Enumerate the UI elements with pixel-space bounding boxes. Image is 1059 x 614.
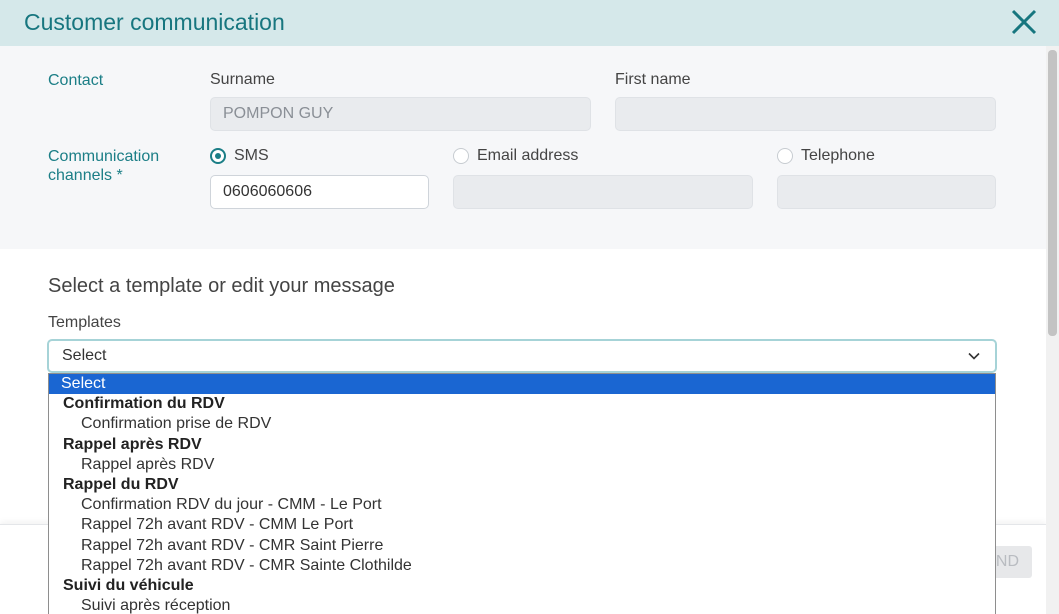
firstname-field[interactable] — [615, 97, 996, 131]
email-label: Email address — [477, 147, 579, 164]
dropdown-option[interactable]: Rappel 72h avant RDV - CMR Saint Pierre — [49, 536, 995, 556]
channels-label-line2: channels * — [48, 167, 123, 184]
email-field[interactable] — [453, 175, 753, 209]
surname-label: Surname — [210, 71, 275, 88]
message-section-title: Select a template or edit your message — [48, 275, 395, 297]
dropdown-option[interactable]: Rappel après RDV — [49, 455, 995, 475]
chevron-down-icon[interactable] — [966, 348, 982, 364]
contact-label: Contact — [48, 72, 104, 89]
channels-label-line1: Communication — [48, 148, 160, 165]
templates-dropdown-list[interactable]: Select Confirmation du RDV Confirmation p… — [48, 373, 996, 614]
surname-field[interactable]: POMPON GUY — [210, 97, 591, 131]
dropdown-option[interactable]: Confirmation prise de RDV — [49, 414, 995, 434]
dropdown-option[interactable]: Rappel 72h avant RDV - CMR Sainte Clothi… — [49, 556, 995, 576]
dropdown-option[interactable]: Rappel 72h avant RDV - CMM Le Port — [49, 515, 995, 535]
telephone-label: Telephone — [801, 147, 875, 164]
templates-select[interactable]: Select — [47, 339, 997, 373]
sms-label: SMS — [234, 147, 269, 164]
dropdown-option-selected[interactable]: Select — [49, 374, 995, 395]
telephone-radio[interactable] — [777, 148, 793, 164]
dropdown-group-label: Rappel du RDV — [63, 475, 179, 493]
dropdown-option[interactable]: Confirmation RDV du jour - CMM - Le Port — [49, 495, 995, 515]
dropdown-group-label: Confirmation du RDV — [63, 395, 225, 413]
sms-number-field[interactable]: 0606060606 — [210, 175, 429, 209]
close-icon[interactable] — [1008, 6, 1040, 38]
sms-radio[interactable] — [210, 148, 226, 164]
channels-label: Communication channels * — [48, 147, 159, 185]
dropdown-group-label: Suivi du véhicule — [63, 576, 194, 594]
firstname-label: First name — [615, 71, 691, 88]
dropdown-group-label: Rappel après RDV — [63, 435, 202, 453]
dropdown-option[interactable]: Suivi après réception — [49, 596, 995, 614]
telephone-field[interactable] — [777, 175, 996, 209]
scrollbar-thumb[interactable] — [1048, 50, 1057, 336]
templates-label: Templates — [48, 314, 121, 331]
email-radio[interactable] — [453, 148, 469, 164]
dialog-title: Customer communication — [24, 9, 285, 35]
